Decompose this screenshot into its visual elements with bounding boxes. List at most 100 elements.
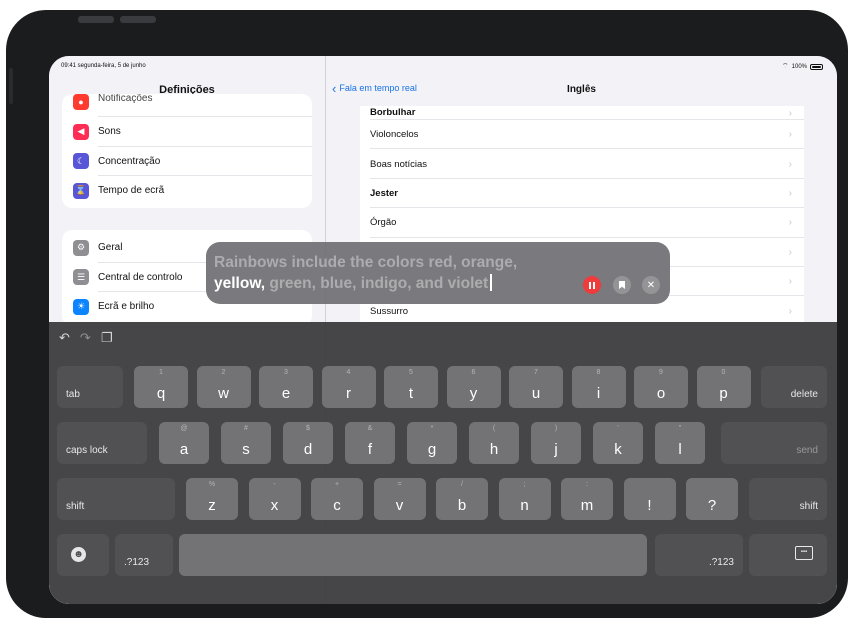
key[interactable]: 7u: [509, 366, 563, 408]
key-alt-label: 9: [659, 369, 663, 376]
key[interactable]: 9o: [634, 366, 688, 408]
key-label: f: [367, 441, 373, 458]
key[interactable]: 2w: [196, 366, 251, 408]
key-label: b: [457, 497, 467, 514]
undo-icon[interactable]: ↶: [59, 330, 70, 346]
pause-button[interactable]: [583, 276, 601, 294]
key-label: .?123: [708, 557, 734, 568]
key[interactable]: 8i: [571, 366, 626, 408]
key[interactable]: " l: [655, 422, 705, 464]
key-alt-label: 5: [409, 369, 413, 376]
key-label: y: [469, 385, 478, 402]
key[interactable]: @ a: [159, 422, 209, 464]
hide-keyboard-key[interactable]: ▪▪▪: [749, 534, 827, 576]
key[interactable]: ' k: [593, 422, 643, 464]
key[interactable]: & f: [345, 422, 395, 464]
chevron-right-icon: ›: [788, 246, 792, 258]
sidebar-item-sounds[interactable]: ◀ Sons: [62, 117, 312, 147]
space-bar[interactable]: [179, 534, 647, 576]
key[interactable]: ?: [686, 478, 738, 520]
keyboard-toolbar: ↶ ↷ ❐: [59, 330, 112, 346]
sidebar-item-label: Notificações: [98, 94, 153, 104]
key-alt-label: (: [492, 425, 496, 432]
key[interactable]: * g: [407, 422, 457, 464]
key[interactable]: (h: [469, 422, 519, 464]
key[interactable]: 4r: [321, 366, 376, 408]
speaker-icon: ◀: [73, 123, 89, 140]
key-alt-label: $: [306, 425, 310, 432]
key-label: c: [333, 497, 341, 514]
key[interactable]: 3e: [259, 366, 313, 408]
key-alt-label: 7: [534, 369, 538, 376]
current-word: yellow,: [214, 275, 266, 292]
list-item-label: Boas notícias: [370, 158, 428, 170]
key-label: z: [208, 497, 216, 514]
shift-right-key[interactable]: shift: [749, 478, 827, 520]
key-label: q: [156, 385, 166, 402]
key-label: j: [554, 441, 558, 458]
key[interactable]: !: [623, 478, 676, 520]
key-label: l: [678, 441, 682, 458]
shift-left-key[interactable]: shift: [57, 478, 175, 520]
sidebar-item-label: Tempo de ecrã: [98, 185, 165, 197]
redo-icon[interactable]: ↷: [80, 330, 91, 346]
key[interactable]: 6y: [446, 366, 501, 408]
key[interactable]: 5t: [384, 366, 438, 408]
volume-button: [78, 16, 114, 23]
list-item[interactable]: Boas notícias ›: [360, 149, 804, 180]
key[interactable]: 0p: [696, 366, 751, 408]
bell-icon: ●: [73, 94, 89, 110]
key-alt-label: ': [617, 425, 619, 432]
key[interactable]: % z: [186, 478, 238, 520]
numbers-key-right[interactable]: .?123: [655, 534, 743, 576]
key[interactable]: = v: [373, 478, 426, 520]
key[interactable]: + c: [311, 478, 363, 520]
key[interactable]: # s: [221, 422, 271, 464]
list-item[interactable]: Violoncelos ›: [360, 120, 804, 150]
key-label: v: [395, 497, 404, 514]
sidebar-item-screen-time[interactable]: ⌛ Tempo de ecrã: [62, 176, 312, 206]
delete-key[interactable]: delete: [761, 366, 827, 408]
status-time: 09:41 segunda-feira, 5 de junho: [61, 63, 146, 69]
list-item[interactable]: Jester ›: [360, 179, 804, 209]
text-cursor: [490, 274, 493, 291]
key-alt-label: :: [586, 481, 588, 488]
key[interactable]: $ d: [283, 422, 333, 464]
sidebar-item-notifications[interactable]: ● Notificações: [62, 94, 312, 117]
clipboard-icon[interactable]: ❐: [101, 330, 113, 346]
key[interactable]: ; n: [498, 478, 551, 520]
emoji-key[interactable]: ☻: [57, 534, 109, 576]
key-alt-label: ): [554, 425, 558, 432]
key-label: a: [179, 441, 189, 458]
close-button[interactable]: ✕: [642, 276, 660, 294]
caps-lock-key[interactable]: caps lock: [57, 422, 147, 464]
key[interactable]: ) j: [531, 422, 581, 464]
switches-icon: ☰: [73, 269, 89, 286]
bookmark-icon: [619, 281, 625, 289]
key-alt-label: 4: [346, 369, 351, 376]
key[interactable]: -x: [248, 478, 301, 520]
status-indicators: ⌔ 100%: [782, 62, 823, 71]
send-key[interactable]: send: [721, 422, 827, 464]
key[interactable]: / b: [436, 478, 488, 520]
key-label: !: [647, 497, 652, 514]
list-item[interactable]: Órgão ›: [360, 208, 804, 238]
sidebar-item-label: Ecrã e brilho: [98, 301, 155, 313]
key[interactable]: :m: [561, 478, 613, 520]
pending-text: green, blue, indigo, and violet: [265, 275, 489, 292]
chevron-right-icon: ›: [788, 129, 792, 141]
key-alt-label: ;: [523, 481, 526, 488]
key-alt-label: -: [273, 481, 276, 488]
list-item[interactable]: Borbulhar ›: [360, 106, 804, 120]
sidebar-item-focus[interactable]: ☾ Concentração: [62, 147, 312, 177]
key-label: caps lock: [66, 445, 108, 456]
sidebar-item-label: Geral: [98, 242, 123, 254]
phrases-button[interactable]: [613, 276, 631, 294]
key-label: o: [656, 385, 666, 402]
key-alt-label: 2: [221, 369, 226, 376]
side-button: [9, 68, 13, 104]
tab-key[interactable]: tab: [57, 366, 123, 408]
key[interactable]: 1q: [134, 366, 188, 408]
numbers-key-left[interactable]: .?123: [115, 534, 173, 576]
key-label: .?123: [124, 557, 150, 568]
